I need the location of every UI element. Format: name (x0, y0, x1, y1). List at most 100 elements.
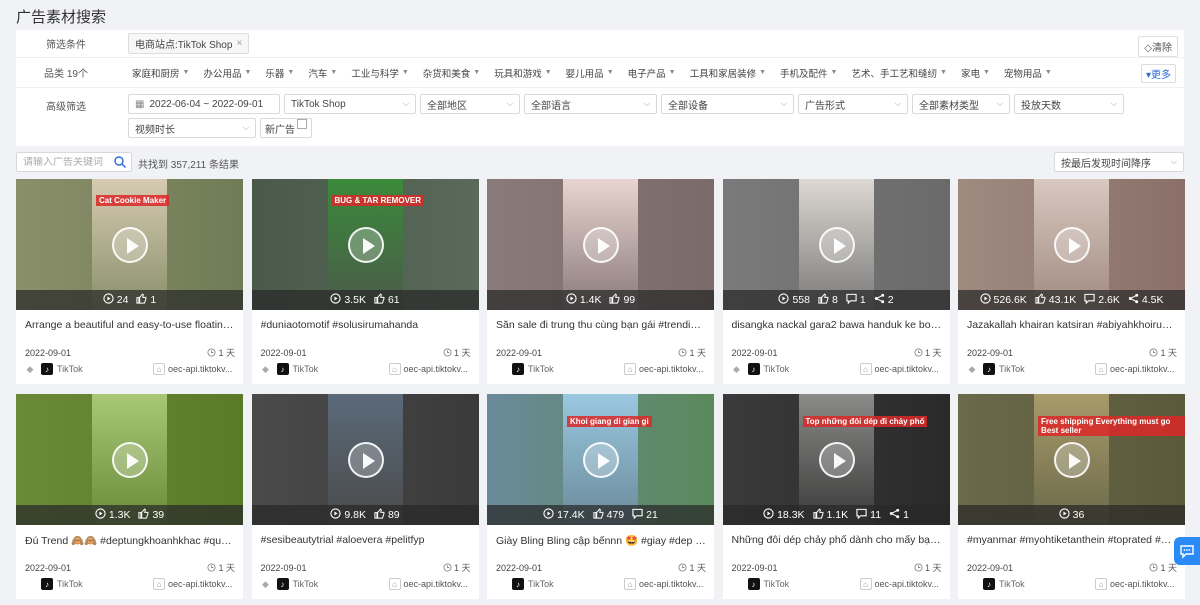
play-icon[interactable] (112, 227, 148, 263)
category-item[interactable]: 艺术、手工艺和缝纫 ▼ (851, 66, 946, 80)
ad-days-value: 1 天 (924, 348, 942, 358)
ad-caption[interactable]: Giày Bling Bling cập bếnnn 🤩 #giay #dep … (496, 534, 706, 547)
video-thumbnail[interactable]: Khoi giang di gian gi 17.4K 479 21 (487, 394, 714, 525)
category-item[interactable]: 汽车 ▼ (308, 66, 337, 80)
date-range-picker[interactable]: ▦ 2022-06-04 ~ 2022-09-01 (128, 94, 280, 114)
category-item[interactable]: 家电 ▼ (961, 66, 990, 80)
video-thumbnail[interactable]: 526.6K 43.1K 2.6K 4.5K (958, 179, 1185, 310)
sort-select[interactable]: 按最后发现时间降序 ⌵ (1054, 152, 1184, 172)
category-item[interactable]: 玩具和游戏 ▼ (494, 66, 551, 80)
ad-domain[interactable]: ⌂ oec-api.tiktokv... (1095, 363, 1179, 375)
ad-card[interactable]: Top những đôi dép đi chảy phố 18.3K 1.1K 1… (722, 394, 950, 599)
play-icon[interactable] (583, 227, 619, 263)
ad-date: 2022-09-01 (260, 563, 307, 573)
ad-card[interactable]: 1.3K 39 Đú Trend 🙈🙈 #deptungkhoanhkhac #q… (16, 394, 243, 599)
ad-date: 2022-09-01 (25, 348, 72, 358)
ad-domain[interactable]: ⌂ oec-api.tiktokv... (388, 578, 473, 590)
video-thumbnail[interactable]: 9.8K 89 (251, 394, 479, 525)
ad-domain-text: oec-api.tiktokv... (639, 579, 704, 589)
category-item[interactable]: 婴儿用品 ▼ (566, 66, 614, 80)
ad-card[interactable]: Cat Cookie Maker 24 1 Arrange a beautiful… (16, 179, 243, 384)
ad-card[interactable]: 9.8K 89 #sesibeautytrial #aloevera #pelit… (251, 394, 479, 599)
ad-caption[interactable]: disangka nackal gara2 bawa handuk ke bot… (732, 319, 942, 331)
select-region[interactable]: 全部地区 ⌵ (420, 94, 520, 114)
stat-value: 2 (887, 294, 894, 306)
ad-domain[interactable]: ⌂ oec-api.tiktokv... (153, 578, 237, 590)
ad-card[interactable]: 558 8 1 2 disangka nackal gara2 bawa handuk… (722, 179, 950, 384)
ad-domain-text: oec-api.tiktokv... (403, 364, 468, 374)
ad-domain[interactable]: ⌂ oec-api.tiktokv... (624, 578, 708, 590)
more-categories-button[interactable]: ▾更多 (1140, 64, 1176, 83)
video-thumbnail[interactable]: Free shipping Everything must go Best se… (958, 394, 1185, 525)
category-item[interactable]: 电子产品 ▼ (628, 66, 676, 80)
select-shop[interactable]: TikTok Shop ⌵ (284, 94, 416, 114)
play-icon[interactable] (1054, 227, 1090, 263)
clear-button[interactable]: ◇清除 (1138, 36, 1178, 57)
stat-value: 36 (1072, 509, 1085, 521)
play-icon[interactable] (347, 442, 384, 478)
category-item[interactable]: 办公用品 ▼ (203, 66, 251, 80)
stat-likes: 43.1K (1035, 293, 1076, 307)
tiktok-icon: ♪ (276, 363, 289, 375)
video-thumbnail[interactable]: BUG & TAR REMOVER 3.5K 61 (251, 179, 479, 310)
ad-card[interactable]: Free shipping Everything must go Best se… (958, 394, 1185, 599)
video-thumbnail[interactable]: Top những đôi dép đi chảy phố 18.3K 1.1K 1… (722, 394, 950, 525)
play-icon[interactable] (583, 442, 619, 478)
video-thumbnail[interactable]: 1.3K 39 (16, 394, 243, 525)
chat-button[interactable] (1174, 537, 1200, 565)
ad-caption[interactable]: Những đôi dép chảy phố dành cho mấy bạn … (732, 534, 942, 546)
ad-caption[interactable]: Đú Trend 🙈🙈 #deptungkhoanhkhac #quoc... (25, 534, 235, 547)
views-icon (1059, 508, 1070, 522)
category-item[interactable]: 工具和家居装修 ▼ (690, 66, 766, 80)
video-thumbnail[interactable]: 1.4K 99 (487, 179, 714, 310)
video-thumbnail[interactable]: Cat Cookie Maker 24 1 (16, 179, 243, 310)
play-icon[interactable] (818, 442, 855, 478)
search-icon[interactable] (113, 155, 127, 169)
ad-card[interactable]: 1.4K 99 Săn sale đi trung thu cùng bạn gá… (487, 179, 714, 384)
stat-likes: 1.1K (812, 508, 848, 522)
ad-caption[interactable]: Jazakallah khairan katsiran #abiyahkhoir… (967, 319, 1177, 331)
ad-card[interactable]: 526.6K 43.1K 2.6K 4.5K Jazakallah khairan k… (958, 179, 1185, 384)
select-device-value: 全部设备 (668, 100, 708, 112)
ad-card[interactable]: BUG & TAR REMOVER 3.5K 61 #duniaotomotif … (251, 179, 479, 384)
ad-domain[interactable]: ⌂ oec-api.tiktokv... (388, 363, 473, 375)
select-ad-format[interactable]: 广告形式 ⌵ (798, 94, 908, 114)
play-icon[interactable] (347, 227, 384, 263)
close-icon[interactable]: × (236, 38, 242, 49)
clock-icon (443, 348, 452, 357)
ad-caption[interactable]: #sesibeautytrial #aloevera #pelitfyp (261, 534, 471, 546)
category-item[interactable]: 杂货和美食 ▼ (423, 66, 480, 80)
ad-domain[interactable]: ⌂ oec-api.tiktokv... (1095, 578, 1179, 590)
ad-meta: ◆ ♪ TikTok ⌂ oec-api.tiktokv... (261, 577, 473, 591)
play-icon[interactable] (112, 442, 148, 478)
select-days[interactable]: 投放天数 ⌵ (1014, 94, 1124, 114)
checkbox-icon[interactable] (297, 119, 307, 129)
play-icon[interactable] (1054, 442, 1090, 478)
select-material-type[interactable]: 全部素材类型 ⌵ (912, 94, 1010, 114)
ad-domain[interactable]: ⌂ oec-api.tiktokv... (859, 578, 944, 590)
stat-views: 1.3K (95, 508, 130, 522)
ad-caption[interactable]: Săn sale đi trung thu cùng bạn gái #tren… (496, 319, 706, 331)
ad-caption[interactable]: #myanmar #myohtiketanthein #toprated #be… (967, 534, 1177, 546)
new-ad-checkbox[interactable]: 新广告 (260, 118, 312, 138)
stat-views: 1.4K (566, 293, 601, 307)
apple-icon (732, 579, 742, 589)
ad-domain[interactable]: ⌂ oec-api.tiktokv... (859, 363, 944, 375)
video-thumbnail[interactable]: 558 8 1 2 (722, 179, 950, 310)
ad-card[interactable]: Khoi giang di gian gi 17.4K 479 21 Giày Bl… (487, 394, 714, 599)
category-item[interactable]: 手机及配件 ▼ (780, 66, 837, 80)
active-filter-tag[interactable]: 电商站点:TikTok Shop × (128, 33, 250, 54)
search-input[interactable] (23, 156, 111, 168)
select-device[interactable]: 全部设备 ⌵ (661, 94, 794, 114)
play-icon[interactable] (818, 227, 855, 263)
select-duration[interactable]: 视频时长 ⌵ (128, 118, 256, 138)
ad-domain[interactable]: ⌂ oec-api.tiktokv... (153, 363, 237, 375)
select-language[interactable]: 全部语言 ⌵ (524, 94, 657, 114)
category-item[interactable]: 宠物用品 ▼ (1004, 66, 1052, 80)
ad-caption[interactable]: #duniaotomotif #solusirumahanda (261, 319, 471, 331)
category-item[interactable]: 工业与科学 ▼ (351, 66, 408, 80)
ad-domain[interactable]: ⌂ oec-api.tiktokv... (624, 363, 708, 375)
category-item[interactable]: 家庭和厨房 ▼ (132, 66, 189, 80)
category-item[interactable]: 乐器 ▼ (265, 66, 294, 80)
ad-caption[interactable]: Arrange a beautiful and easy-to-use floa… (25, 319, 235, 331)
